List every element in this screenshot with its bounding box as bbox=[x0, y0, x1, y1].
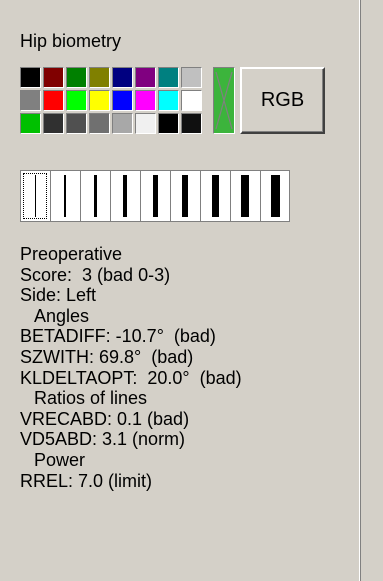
line-width-option[interactable] bbox=[80, 170, 110, 222]
rgb-button[interactable]: RGB bbox=[240, 67, 325, 134]
line-width-sample bbox=[212, 175, 219, 217]
kldeltaopt-value: KLDELTAOPT: 20.0° (bad) bbox=[20, 367, 242, 388]
vrecabd-value: VRECABD: 0.1 (bad) bbox=[20, 408, 190, 429]
color-swatch[interactable] bbox=[66, 67, 87, 88]
szwith-value: SZWITH: 69.8° (bad) bbox=[20, 346, 194, 367]
color-swatch[interactable] bbox=[43, 90, 64, 111]
betadiff-value: BETADIFF: -10.7° (bad) bbox=[20, 326, 216, 347]
line-width-sample bbox=[35, 175, 36, 217]
line-width-option[interactable] bbox=[140, 170, 170, 222]
color-swatch[interactable] bbox=[181, 113, 202, 134]
color-swatch[interactable] bbox=[20, 67, 41, 88]
vd5abd-value: VD5ABD: 3.1 (norm) bbox=[20, 429, 186, 450]
power-header: Power bbox=[34, 449, 86, 470]
color-swatch[interactable] bbox=[158, 113, 179, 134]
side-value: Side: Left bbox=[20, 285, 97, 306]
color-palette bbox=[20, 67, 202, 134]
line-width-sample bbox=[94, 175, 97, 217]
color-swatch[interactable] bbox=[66, 90, 87, 111]
rrel-value: RREL: 7.0 (limit) bbox=[20, 470, 153, 491]
color-swatch[interactable] bbox=[158, 90, 179, 111]
color-swatch[interactable] bbox=[89, 67, 110, 88]
color-swatch[interactable] bbox=[112, 67, 133, 88]
color-swatch[interactable] bbox=[20, 113, 41, 134]
line-width-sample bbox=[241, 175, 249, 217]
color-swatch[interactable] bbox=[112, 113, 133, 134]
color-swatch[interactable] bbox=[181, 67, 202, 88]
color-swatch[interactable] bbox=[135, 90, 156, 111]
line-width-sample bbox=[153, 175, 158, 217]
current-color-indicator[interactable] bbox=[213, 67, 235, 134]
line-width-option[interactable] bbox=[20, 170, 50, 222]
color-swatch[interactable] bbox=[158, 67, 179, 88]
line-width-sample bbox=[271, 175, 280, 217]
color-swatch[interactable] bbox=[43, 67, 64, 88]
color-swatch[interactable] bbox=[43, 113, 64, 134]
line-width-selector bbox=[20, 170, 290, 222]
color-swatch[interactable] bbox=[89, 90, 110, 111]
score-value: Score: 3 (bad 0-3) bbox=[20, 264, 171, 285]
color-swatch[interactable] bbox=[66, 113, 87, 134]
line-width-option[interactable] bbox=[50, 170, 80, 222]
results-panel: Preoperative Score: 3 (bad 0-3) Side: Le… bbox=[20, 244, 242, 491]
line-width-option[interactable] bbox=[260, 170, 290, 222]
current-color-cross-icon bbox=[215, 71, 233, 130]
line-width-sample bbox=[123, 175, 127, 217]
line-width-option[interactable] bbox=[110, 170, 140, 222]
color-swatch[interactable] bbox=[20, 90, 41, 111]
panel-title: Hip biometry bbox=[20, 31, 122, 51]
angles-header: Angles bbox=[34, 305, 90, 326]
line-width-sample bbox=[182, 175, 188, 217]
line-width-option[interactable] bbox=[170, 170, 200, 222]
line-width-sample bbox=[64, 175, 66, 217]
color-swatch[interactable] bbox=[112, 90, 133, 111]
line-width-option[interactable] bbox=[200, 170, 230, 222]
line-width-option[interactable] bbox=[230, 170, 260, 222]
ratios-header: Ratios of lines bbox=[34, 388, 148, 409]
adjacent-pane bbox=[361, 0, 383, 581]
color-swatch[interactable] bbox=[89, 113, 110, 134]
section-title-preoperative: Preoperative bbox=[20, 244, 123, 264]
color-swatch[interactable] bbox=[181, 90, 202, 111]
color-swatch[interactable] bbox=[135, 113, 156, 134]
color-swatch[interactable] bbox=[135, 67, 156, 88]
